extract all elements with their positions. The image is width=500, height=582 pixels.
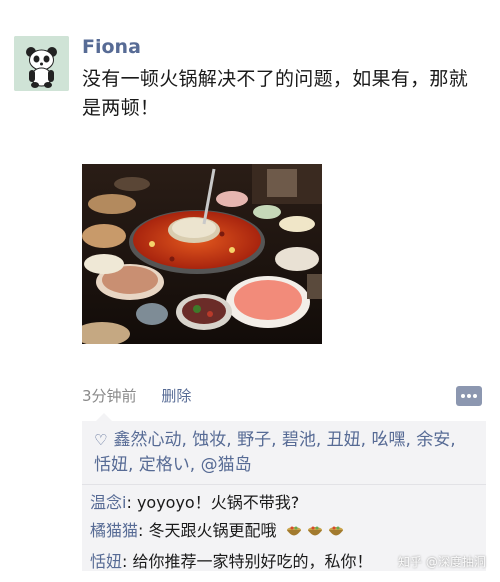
- watermark: 知乎 @深度抽洞: [398, 555, 486, 569]
- likes-list: ♡ 鑫然心动, 蚀妆, 野子, 碧池, 丑妞, 吆嘿, 余安, 恬妞, 定格い, …: [82, 421, 486, 485]
- comment-text: yoyoyo！火锅不带我?: [136, 493, 300, 512]
- comment-separator: :: [138, 521, 149, 540]
- heart-icon: ♡: [94, 431, 108, 449]
- comment-text: 冬天跟火锅更配哦: [148, 521, 277, 540]
- comment-button[interactable]: [456, 386, 482, 406]
- delete-link[interactable]: 删除: [161, 387, 191, 405]
- hotpot-emoji-icon: [285, 520, 303, 548]
- avatar[interactable]: [14, 36, 69, 91]
- comment-item[interactable]: 橘猫猫: 冬天跟火锅更配哦: [90, 517, 476, 548]
- interaction-panel: ♡ 鑫然心动, 蚀妆, 野子, 碧池, 丑妞, 吆嘿, 余安, 恬妞, 定格い, …: [82, 413, 486, 571]
- post-time: 3分钟前: [82, 387, 137, 405]
- post-photo[interactable]: [82, 164, 322, 344]
- comment-author[interactable]: 恬妞: [90, 552, 122, 571]
- comment-author[interactable]: 温念i: [90, 493, 126, 512]
- comment-author[interactable]: 橘猫猫: [90, 521, 138, 540]
- hotpot-emoji-icon: [327, 520, 345, 548]
- hotpot-emoji-icon: [306, 520, 324, 548]
- author-name[interactable]: Fiona: [82, 36, 141, 58]
- comment-item[interactable]: 温念i: yoyoyo！火锅不带我?: [90, 489, 476, 517]
- comment-separator: :: [126, 493, 137, 512]
- likes-names[interactable]: 鑫然心动, 蚀妆, 野子, 碧池, 丑妞, 吆嘿, 余安, 恬妞, 定格い, @…: [94, 430, 456, 475]
- panda-avatar-icon: [14, 36, 69, 91]
- post-text: 没有一顿火锅解决不了的问题，如果有，那就是两顿！: [82, 68, 469, 119]
- comment-separator: :: [122, 552, 133, 571]
- comment-text: 给你推荐一家特别好吃的，私你！: [132, 552, 373, 571]
- post-meta: 3分钟前 删除: [82, 385, 191, 406]
- hotpot-image: [82, 164, 322, 344]
